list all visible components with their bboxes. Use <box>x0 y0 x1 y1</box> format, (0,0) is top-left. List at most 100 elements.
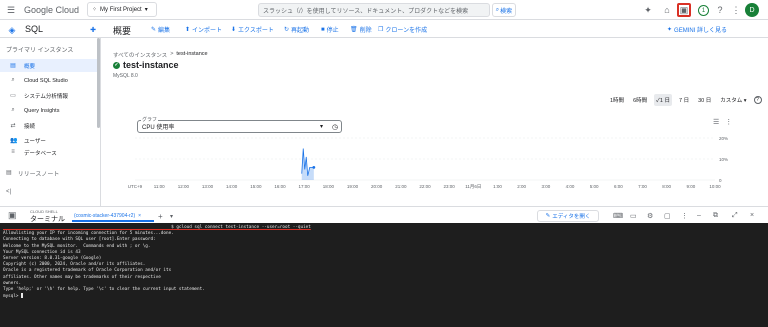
delete-label: 削除 <box>359 28 372 34</box>
range-30d[interactable]: 30 日 <box>696 94 713 106</box>
search-icon: ⌕ <box>495 6 500 13</box>
close-icon[interactable]: × <box>138 213 141 219</box>
range-custom-label: カスタム <box>720 98 743 104</box>
sidebar-item-databases[interactable]: ≡ データベース <box>0 149 99 157</box>
x-tick-label: 16:00 <box>274 184 286 189</box>
learn-more-link[interactable]: ✦ GEMINI 詳しく見る <box>667 25 727 34</box>
notifications-badge[interactable]: 1 <box>698 5 709 16</box>
gift-icon[interactable]: ⌂ <box>660 3 674 17</box>
search-input[interactable]: スラッシュ（/）を使用してリソース、ドキュメント、プロダクトなどを検索 <box>258 3 490 17</box>
export-icon: ⬇ <box>231 27 237 33</box>
restart-icon: ↻ <box>284 27 290 33</box>
minimize-icon[interactable]: – <box>697 212 701 219</box>
x-tick-label: 4:00 <box>566 184 575 189</box>
edit-label: 編集 <box>158 28 171 34</box>
range-1d[interactable]: ✓1 日 <box>654 94 672 106</box>
gemini-sparkle-icon[interactable]: ✦ <box>641 3 655 17</box>
x-tick-label: 6:00 <box>614 184 623 189</box>
shell-session-tab[interactable]: (cosmic-stacker-437904-r2) × <box>72 211 154 222</box>
page-title: 概要 <box>113 26 132 36</box>
stop-button[interactable]: ■ 停止 <box>321 25 339 35</box>
settings-icon[interactable]: ⚙ <box>647 212 653 220</box>
clone-label: クローンを作成 <box>385 28 428 34</box>
sidebar-item-query-insights[interactable]: ⌕ Query Insights <box>0 104 99 117</box>
release-notes-label: リリースノート <box>17 172 60 178</box>
restart-label: 再起動 <box>291 28 310 34</box>
sidebar-item-overview[interactable]: ▤ 概要 <box>0 59 99 72</box>
web-preview-icon[interactable]: ▭ <box>630 212 637 220</box>
clone-button[interactable]: ❐ クローンを作成 <box>378 25 427 34</box>
menu-icon[interactable]: ☰ <box>4 3 18 17</box>
x-tick-label: 19:00 <box>347 184 359 189</box>
open-new-window-icon[interactable]: ⧉ <box>713 212 718 220</box>
terminal-output[interactable]: $ gcloud sql connect test-instance --use… <box>0 223 768 327</box>
breadcrumb-root[interactable]: すべてのインスタンス <box>113 51 167 59</box>
search-button[interactable]: ⌕ 検索 <box>492 3 516 17</box>
instance-title: ✓ test-instance <box>113 60 179 70</box>
sidebar-item-label: Query Insights <box>24 107 60 114</box>
y-tick-label: 10% <box>719 157 728 162</box>
x-tick-label: 22:00 <box>419 184 431 189</box>
sidebar-item-studio[interactable]: ⌕ Cloud SQL Studio <box>0 74 99 87</box>
more-vert-icon[interactable]: ⋮ <box>681 212 688 220</box>
range-custom[interactable]: カスタム ▾ <box>718 94 748 106</box>
help-icon[interactable]: ? <box>713 3 727 17</box>
open-editor-button[interactable]: ✎ エディタを開く <box>537 210 599 222</box>
x-tick-label: 11:00 <box>154 184 165 189</box>
import-label: インポート <box>192 28 223 34</box>
sidebar-item-connections[interactable]: ⇄ 接続 <box>0 119 99 132</box>
sidebar-item-label: 概要 <box>24 63 36 70</box>
release-notes-link[interactable]: ▤ リリースノート <box>6 169 59 178</box>
instance-name: test-instance <box>123 60 179 70</box>
delete-button[interactable]: 🗑 削除 <box>350 25 372 34</box>
cloud-shell-icon[interactable]: ▣ <box>677 3 691 17</box>
x-tick-label: 12:00 <box>178 184 190 189</box>
avatar[interactable]: D <box>745 3 759 17</box>
x-tick-label: 20:00 <box>371 184 383 189</box>
pin-icon[interactable]: ✚ <box>86 23 100 37</box>
y-tick-label: 20% <box>719 136 728 141</box>
sidebar-scrollbar[interactable] <box>97 38 100 128</box>
graph-metric-select[interactable]: CPU 使用率 ▾ ◷ <box>137 120 342 133</box>
clock-icon[interactable]: ◷ <box>332 123 338 131</box>
x-tick-label: 8:00 <box>662 184 671 189</box>
edit-button[interactable]: ✎ 編集 <box>151 25 170 34</box>
monitor-icon: ▭ <box>10 93 16 99</box>
product-title: SQL <box>25 24 44 34</box>
open-editor-label: エディタを開く <box>552 214 591 220</box>
cloud-shell-bar: ▣ CLOUD SHELL ターミナル (cosmic-stacker-4379… <box>0 206 768 223</box>
collapse-sidebar-button[interactable]: <| <box>6 189 11 195</box>
close-icon[interactable]: × <box>750 212 754 219</box>
export-button[interactable]: ⬇ エクスポート <box>231 25 274 34</box>
sql-product-icon: ◈ <box>8 24 16 35</box>
add-tab-icon[interactable]: + <box>158 212 163 221</box>
restart-button[interactable]: ↻ 再起動 <box>284 25 309 34</box>
x-tick-label: 14:00 <box>226 184 238 189</box>
import-button[interactable]: ⬆ インポート <box>185 25 222 34</box>
range-7d[interactable]: 7 日 <box>677 94 691 106</box>
sidebar-item-system-insights[interactable]: ▭ システム分析情報 <box>0 89 99 102</box>
maximize-icon[interactable]: ⤢ <box>732 212 738 220</box>
project-icon: ⁘ <box>92 7 98 13</box>
range-6h[interactable]: 6時間 <box>631 94 649 106</box>
sidebar-item-users[interactable]: 👥 ユーザー <box>0 134 99 147</box>
export-label: エクスポート <box>238 28 274 34</box>
legend-toggle-icon[interactable]: ☰ <box>713 118 719 126</box>
delete-icon: 🗑 <box>350 27 358 33</box>
display-icon[interactable]: ▢ <box>664 212 671 220</box>
breadcrumb-current: test-instance <box>176 51 208 57</box>
range-1h[interactable]: 1時間 <box>608 94 626 106</box>
google-cloud-logo[interactable]: Google Cloud <box>24 5 79 15</box>
project-selector[interactable]: ⁘ My First Project ▾ <box>87 2 157 17</box>
keyboard-icon[interactable]: ⌨ <box>613 212 623 220</box>
chart-tools: ☰ ⋮ <box>713 118 732 126</box>
chevron-down-icon[interactable]: ▾ <box>170 213 173 220</box>
terminal-line: mysql> <box>3 293 24 300</box>
import-icon: ⬆ <box>185 27 191 33</box>
more-vert-icon[interactable]: ⋮ <box>729 3 743 17</box>
terminal-icon: ▣ <box>8 210 17 220</box>
edit-icon: ✎ <box>151 27 157 33</box>
help-icon[interactable]: ? <box>753 96 762 104</box>
sidebar-item-label: データベース <box>24 151 57 157</box>
more-vert-icon[interactable]: ⋮ <box>725 118 732 126</box>
